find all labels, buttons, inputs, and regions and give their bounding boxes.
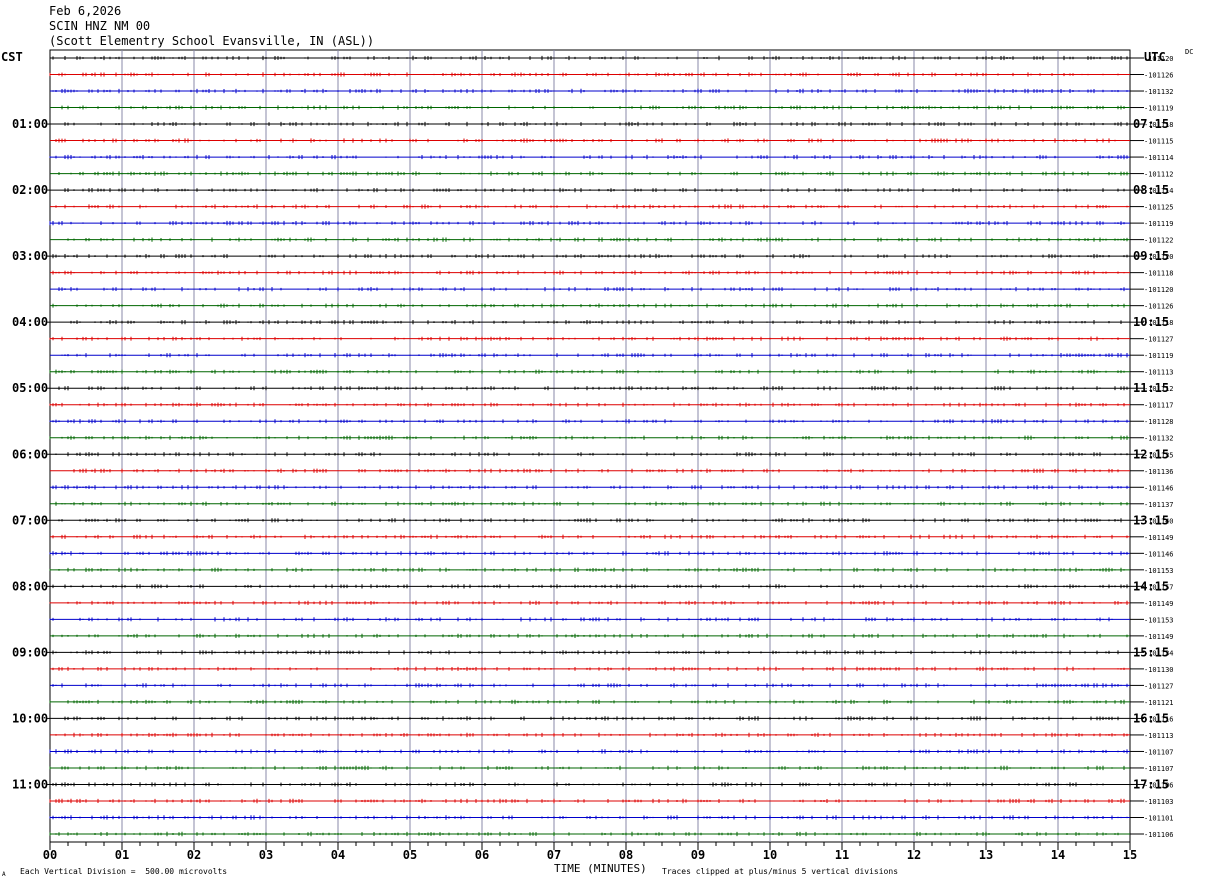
left-hour-label: 01:00: [12, 117, 48, 131]
dc-offset-label: -101112: [1144, 171, 1174, 179]
dc-offset-label: -101149: [1144, 600, 1174, 608]
x-tick-label: 03: [259, 848, 273, 862]
x-tick-label: 09: [691, 848, 705, 862]
dc-offset-label: -101126: [1144, 72, 1174, 80]
dc-offset-label: -101107: [1144, 748, 1174, 756]
scale-note: Each Vertical Division = 500.00 microvol…: [20, 867, 228, 876]
seismogram-plot: -101120 -101126 -101132 -101119 -101118 -1011…: [12, 49, 1174, 862]
dc-offset-label: -101107: [1144, 765, 1174, 773]
dc-offset-label: -101114: [1144, 154, 1174, 162]
dc-offset-label: -101119: [1144, 352, 1174, 360]
dc-offset-label: -101146: [1144, 550, 1174, 558]
dc-offset-label: -101120: [1144, 286, 1174, 294]
left-hour-label: 03:00: [12, 249, 48, 263]
dc-offset-label: -101103: [1144, 798, 1174, 806]
dc-offset-label: -101127: [1144, 336, 1174, 344]
left-hour-label: 04:00: [12, 315, 48, 329]
x-tick-label: 04: [331, 848, 345, 862]
dc-offset-label: -101146: [1144, 484, 1174, 492]
dc-offset-label: -101118: [1144, 270, 1174, 278]
x-tick-label: 02: [187, 848, 201, 862]
dc-offset-label: -101132: [1144, 435, 1174, 443]
dc-offset-label: -101153: [1144, 616, 1174, 624]
right-hour-label: 10:15: [1133, 315, 1169, 329]
right-hour-label: 13:15: [1133, 513, 1169, 527]
x-tick-label: 14: [1051, 848, 1065, 862]
left-hour-label: 09:00: [12, 645, 48, 659]
dc-offset-label: -101122: [1144, 237, 1174, 245]
dc-offset-label: -101117: [1144, 402, 1174, 410]
x-tick-label: 01: [115, 848, 129, 862]
x-tick-label: 07: [547, 848, 561, 862]
dc-offset-label: -101106: [1144, 831, 1174, 839]
x-tick-label: 05: [403, 848, 417, 862]
x-axis-title: TIME (MINUTES): [554, 862, 647, 875]
plot-frame: [49, 49, 1131, 843]
x-tick-label: 00: [43, 848, 57, 862]
dc-offset-label: -101115: [1144, 138, 1174, 146]
dc-offset-label: -101128: [1144, 418, 1174, 426]
x-tick-label: 12: [907, 848, 921, 862]
left-hour-label: 02:00: [12, 183, 48, 197]
dc-offset-label: -101113: [1144, 369, 1174, 377]
dc-offset-label: -101120: [1144, 55, 1174, 63]
dc-offset-label: -101126: [1144, 303, 1174, 311]
left-hour-label: 07:00: [12, 513, 48, 527]
dc-offset-label: -101119: [1144, 220, 1174, 228]
dc-offset-label: -101132: [1144, 88, 1174, 96]
x-tick-label: 08: [619, 848, 633, 862]
x-tick-label: 15: [1123, 848, 1137, 862]
left-hour-label: 11:00: [12, 777, 48, 791]
right-hour-label: 15:15: [1133, 645, 1169, 659]
left-hour-label: 10:00: [12, 711, 48, 725]
x-tick-label: 06: [475, 848, 489, 862]
right-hour-label: 09:15: [1133, 249, 1169, 263]
dc-offset-label: -101149: [1144, 534, 1174, 542]
dc-offset-label: -101137: [1144, 501, 1174, 509]
x-tick-label: 10: [763, 848, 777, 862]
right-hour-label: 11:15: [1133, 381, 1169, 395]
dc-offset-label: -101119: [1144, 105, 1174, 113]
left-hour-label: 05:00: [12, 381, 48, 395]
corner-mark: A: [2, 871, 6, 878]
dc-offset-label: -101101: [1144, 814, 1174, 822]
x-tick-label: 13: [979, 848, 993, 862]
left-hour-label: 06:00: [12, 447, 48, 461]
dc-offset-label: -101121: [1144, 699, 1174, 707]
right-hour-label: 07:15: [1133, 117, 1169, 131]
right-hour-label: 16:15: [1133, 711, 1169, 725]
right-hour-label: 14:15: [1133, 579, 1169, 593]
x-tick-label: 11: [835, 848, 849, 862]
dc-offset-label: -101127: [1144, 682, 1174, 690]
right-hour-label: 12:15: [1133, 447, 1169, 461]
right-hour-label: 17:15: [1133, 777, 1169, 791]
dc-offset-label: -101136: [1144, 468, 1174, 476]
dc-offset-label: -101153: [1144, 567, 1174, 575]
dc-offset-label: -101113: [1144, 732, 1174, 740]
dc-offset-label: -101149: [1144, 633, 1174, 641]
dc-offset-label: -101130: [1144, 666, 1174, 674]
dc-offset-label: -101125: [1144, 204, 1174, 212]
clip-note: Traces clipped at plus/minus 5 vertical …: [662, 867, 899, 876]
right-hour-label: 08:15: [1133, 183, 1169, 197]
left-hour-label: 08:00: [12, 579, 48, 593]
